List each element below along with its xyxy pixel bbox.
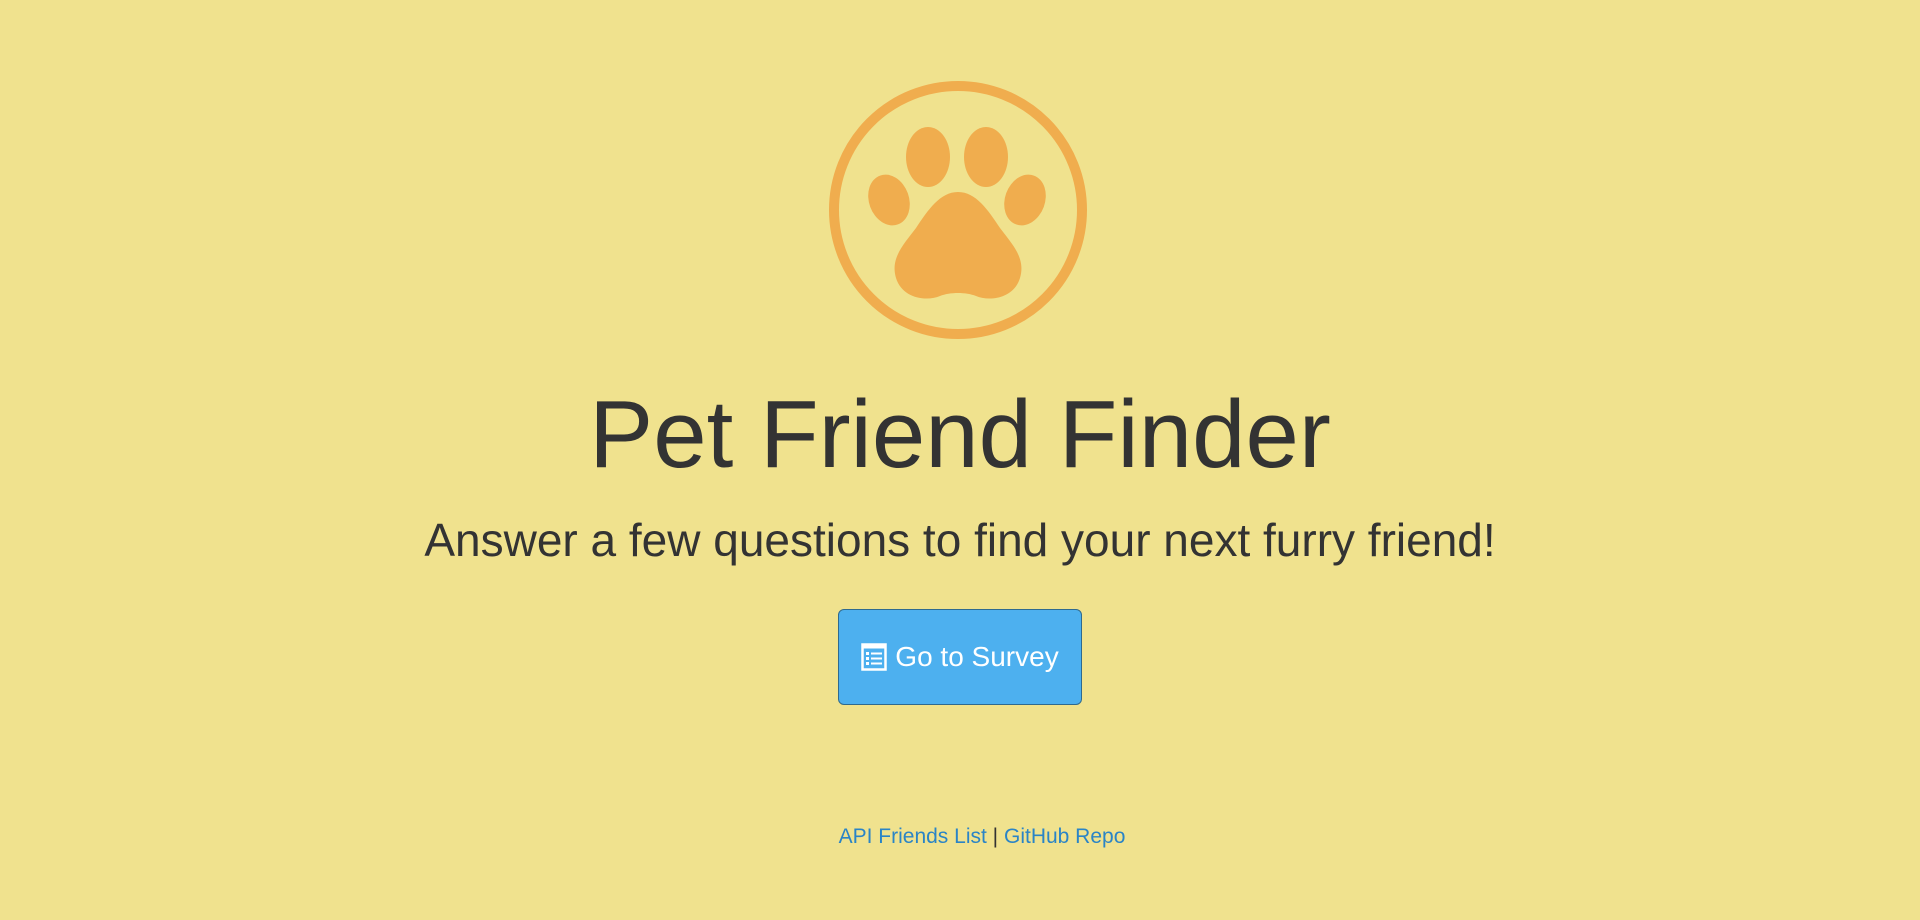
survey-button-label: Go to Survey bbox=[895, 641, 1059, 672]
paw-logo bbox=[828, 80, 1088, 340]
go-to-survey-button[interactable]: Go to Survey bbox=[838, 609, 1082, 705]
paw-print-icon bbox=[829, 81, 1087, 339]
api-friends-list-link[interactable]: API Friends List bbox=[839, 825, 987, 848]
footer-links: API Friends List | GitHub Repo bbox=[0, 824, 1920, 850]
footer-separator: | bbox=[992, 825, 999, 848]
list-alt-icon bbox=[861, 643, 888, 671]
page-subtitle: Answer a few questions to find your next… bbox=[424, 514, 1496, 566]
page-title: Pet Friend Finder bbox=[589, 381, 1331, 488]
github-repo-link[interactable]: GitHub Repo bbox=[1004, 825, 1125, 848]
